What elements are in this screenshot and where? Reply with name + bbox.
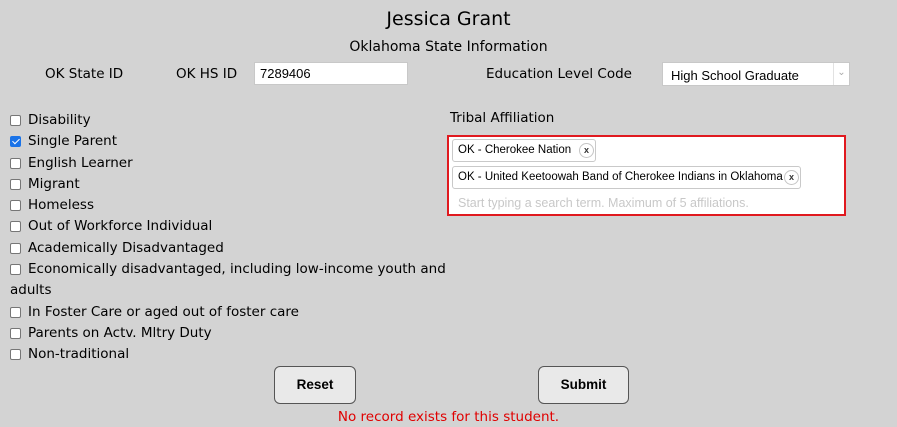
checkbox[interactable]: [10, 306, 21, 318]
checkbox[interactable]: [10, 242, 21, 254]
status-checkbox-list: Disability Single Parent English Learner…: [10, 110, 450, 366]
checkbox-label: Migrant: [28, 175, 80, 192]
reset-button[interactable]: Reset: [274, 366, 356, 404]
checkbox-label: Non-traditional: [28, 346, 130, 363]
checkbox-item[interactable]: Homeless: [10, 195, 450, 216]
remove-tag-icon[interactable]: x: [579, 143, 594, 158]
checkbox-label: In Foster Care or aged out of foster car…: [28, 303, 299, 320]
checkbox[interactable]: [10, 115, 21, 126]
checkbox-item[interactable]: Non-traditional: [10, 344, 450, 365]
checkbox[interactable]: [10, 221, 21, 233]
tribal-tag: OK - Cherokee Nation x: [452, 139, 596, 162]
checkbox-item[interactable]: In Foster Care or aged out of foster car…: [10, 302, 450, 323]
hs-id-label: OK HS ID: [176, 66, 238, 82]
checkbox-item[interactable]: Disability: [10, 110, 450, 131]
checkbox-item[interactable]: Parents on Actv. Mltry Duty: [10, 323, 450, 344]
checkbox[interactable]: [10, 264, 21, 276]
checkbox-label: Economically disadvantaged, including lo…: [10, 261, 446, 299]
checkbox-item[interactable]: English Learner: [10, 153, 450, 174]
checkbox-label: Disability: [28, 112, 91, 128]
hs-id-input[interactable]: 7289406: [254, 62, 408, 85]
checkbox-label: Parents on Actv. Mltry Duty: [28, 324, 212, 341]
checkbox-label: English Learner: [28, 154, 133, 171]
chevron-down-icon[interactable]: ⌄: [833, 63, 849, 85]
education-level-value: High School Graduate: [671, 68, 799, 83]
checkbox-label: Homeless: [28, 197, 94, 214]
section-title: Oklahoma State Information: [349, 39, 548, 55]
checkbox-label: Academically Disadvantaged: [28, 239, 224, 256]
checkbox-item[interactable]: Migrant: [10, 174, 450, 195]
checkbox-item[interactable]: Single Parent: [10, 131, 450, 152]
checkbox-item[interactable]: Economically disadvantaged, including lo…: [6, 259, 450, 302]
checkbox-label: Out of Workforce Individual: [28, 218, 213, 235]
tribal-tag-label: OK - Cherokee Nation: [458, 144, 572, 156]
checkbox[interactable]: [10, 157, 21, 169]
checkbox-checked[interactable]: [10, 136, 21, 148]
checkbox[interactable]: [10, 349, 21, 361]
state-id-label: OK State ID: [45, 66, 124, 82]
education-level-label: Education Level Code: [486, 66, 632, 82]
checkbox-item[interactable]: Academically Disadvantaged: [10, 238, 450, 259]
error-message: No record exists for this student.: [337, 409, 560, 425]
student-name: Jessica Grant: [386, 8, 511, 30]
tribal-tag-label: OK - United Keetoowah Band of Cherokee I…: [458, 171, 783, 183]
checkbox[interactable]: [10, 200, 21, 212]
remove-tag-icon[interactable]: x: [784, 170, 799, 185]
education-level-select[interactable]: High School Graduate ⌄: [662, 62, 850, 86]
checkbox[interactable]: [10, 178, 21, 190]
tribal-search-input[interactable]: Start typing a search term. Maximum of 5…: [458, 196, 749, 210]
submit-button[interactable]: Submit: [538, 366, 629, 404]
tribal-affiliation-label: Tribal Affiliation: [450, 110, 555, 126]
checkbox-item[interactable]: Out of Workforce Individual: [10, 216, 450, 237]
tribal-tag: OK - United Keetoowah Band of Cherokee I…: [452, 166, 801, 189]
checkbox[interactable]: [10, 327, 21, 339]
tribal-affiliation-multiselect[interactable]: OK - Cherokee Nation x OK - United Keeto…: [447, 135, 846, 216]
checkbox-label: Single Parent: [28, 133, 118, 150]
